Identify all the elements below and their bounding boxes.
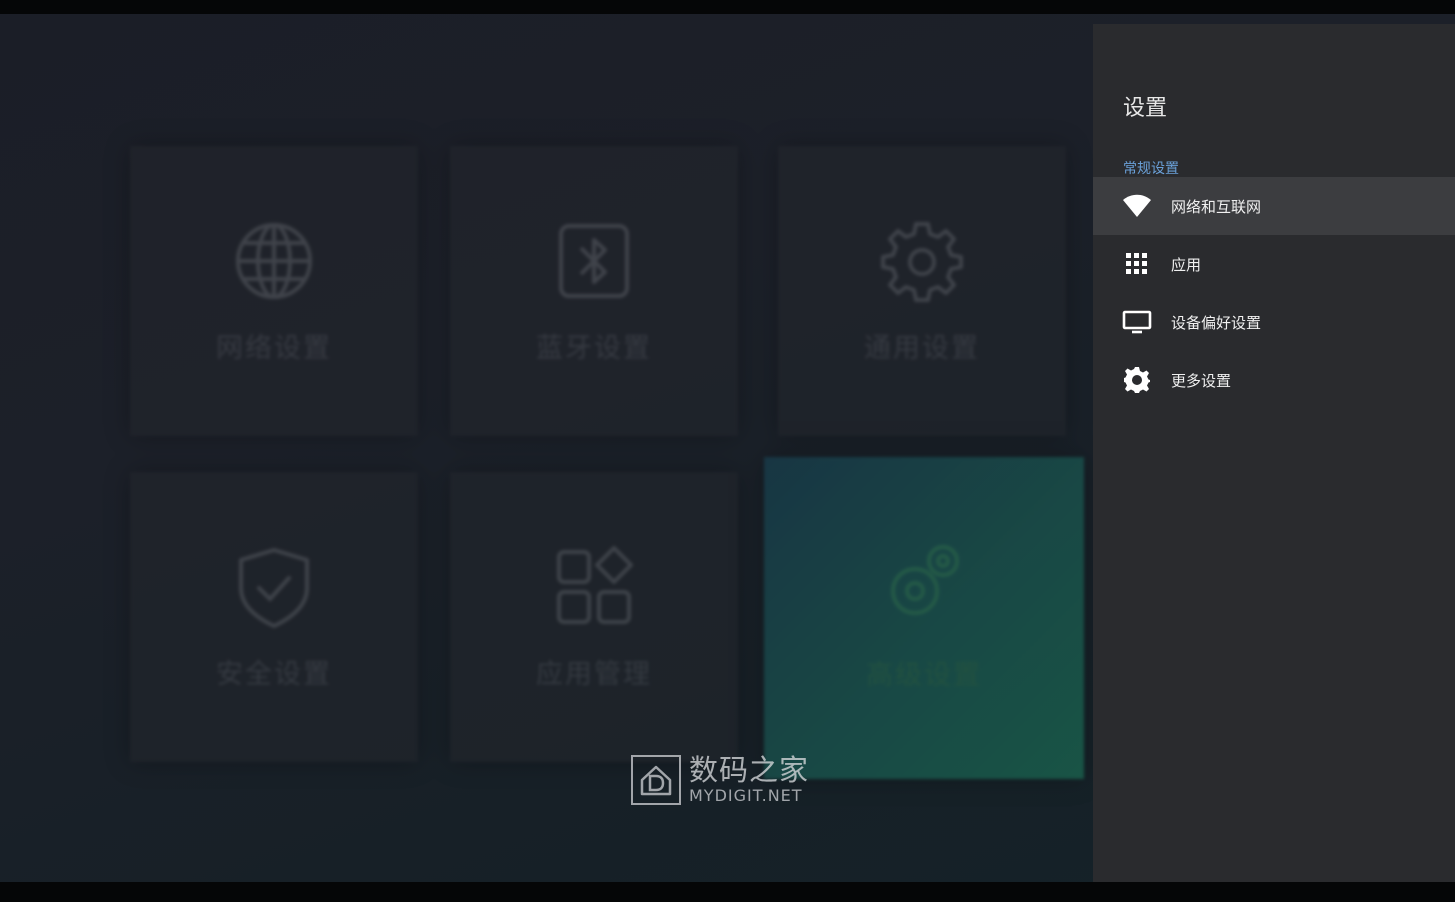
- tile-general-settings[interactable]: 通用设置: [778, 146, 1066, 436]
- tile-label: 应用管理: [536, 659, 652, 690]
- gears-icon: [881, 539, 967, 625]
- watermark-logo: [631, 755, 681, 805]
- screen: 网络设置 蓝牙设置 通用设置 安全设置 应用管理 高级设置 数码之家 MYDIG…: [0, 14, 1455, 882]
- menu-item-apps[interactable]: 应用: [1093, 235, 1455, 293]
- tile-label: 网络设置: [216, 333, 332, 364]
- menu-item-label: 应用: [1171, 255, 1202, 274]
- watermark-cn: 数码之家: [689, 753, 810, 787]
- settings-panel: 设置 常规设置 网络和互联网 应用 设备偏好设置 更多设置: [1093, 24, 1455, 882]
- menu-item-label: 网络和互联网: [1171, 197, 1262, 216]
- watermark: 数码之家 MYDIGIT.NET: [631, 754, 809, 806]
- tile-security-settings[interactable]: 安全设置: [130, 472, 418, 762]
- menu-item-label: 更多设置: [1171, 371, 1232, 390]
- globe-icon: [231, 218, 317, 304]
- tile-app-management[interactable]: 应用管理: [450, 472, 738, 762]
- tv-icon: [1122, 307, 1152, 337]
- shield-check-icon: [231, 544, 317, 630]
- tile-bluetooth-settings[interactable]: 蓝牙设置: [450, 146, 738, 436]
- menu-item-label: 设备偏好设置: [1171, 313, 1262, 332]
- section-header: 常规设置: [1123, 161, 1179, 177]
- tile-network-settings[interactable]: 网络设置: [130, 146, 418, 436]
- panel-title: 设置: [1123, 96, 1168, 121]
- tile-label: 安全设置: [216, 659, 332, 690]
- gear-icon: [879, 218, 965, 304]
- gear-icon: [1122, 365, 1152, 395]
- bluetooth-icon: [551, 218, 637, 304]
- menu-item-more-settings[interactable]: 更多设置: [1093, 351, 1455, 409]
- apps-icon: [551, 544, 637, 630]
- grid-icon: [1122, 249, 1152, 279]
- menu-item-device-preferences[interactable]: 设备偏好设置: [1093, 293, 1455, 351]
- menu-item-network[interactable]: 网络和互联网: [1093, 177, 1455, 235]
- tile-label: 高级设置: [866, 660, 982, 691]
- watermark-en: MYDIGIT.NET: [689, 786, 803, 805]
- settings-grid: 网络设置 蓝牙设置 通用设置 安全设置 应用管理 高级设置: [0, 14, 1093, 882]
- tile-label: 通用设置: [864, 333, 980, 364]
- tile-label: 蓝牙设置: [536, 333, 652, 364]
- tile-advanced-settings[interactable]: 高级设置: [764, 457, 1084, 779]
- wifi-icon: [1122, 191, 1152, 221]
